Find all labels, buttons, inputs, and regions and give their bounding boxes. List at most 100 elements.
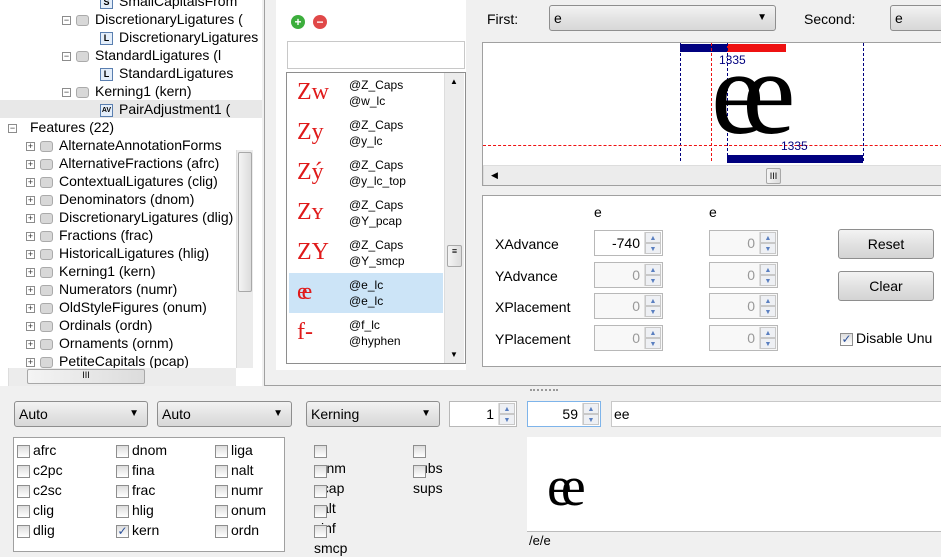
remove-pair-icon[interactable]: −: [313, 15, 327, 29]
pair-list-item[interactable]: Zy @Z_Caps @y_lc: [289, 113, 443, 153]
disable-unused-checkbox[interactable]: ✓ Disable Unu: [840, 329, 932, 347]
tree-item-feature[interactable]: + DiscretionaryLigatures (dlig): [26, 208, 233, 226]
second-value-spinner[interactable]: 0 ▲ ▼: [709, 261, 778, 288]
feature-checkbox-sinf[interactable]: sinf: [314, 501, 336, 536]
expand-icon[interactable]: +: [26, 357, 35, 367]
font-size-spinner[interactable]: 59 ▲ ▼: [527, 401, 601, 427]
feature-checkbox-ornm[interactable]: ornm: [314, 441, 346, 476]
expand-icon[interactable]: +: [26, 195, 35, 205]
collapse-icon[interactable]: −: [62, 51, 71, 61]
tree-item-feature[interactable]: + Ornaments (ornm): [26, 334, 173, 352]
second-value-spinner[interactable]: 0 ▲ ▼: [709, 230, 778, 256]
tree-item-feature[interactable]: + ContextualLigatures (clig): [26, 172, 218, 190]
preview-horizontal-scrollbar[interactable]: ◀ III: [483, 165, 941, 185]
expand-icon[interactable]: +: [26, 177, 35, 187]
pair-list-item[interactable]: Zʏ @Z_Caps @Y_pcap: [289, 193, 443, 233]
tree-item-feature[interactable]: + Denominators (dnom): [26, 190, 194, 208]
pair-search-input[interactable]: [287, 41, 465, 69]
feature-checkbox-kern[interactable]: ✓ kern: [116, 521, 159, 539]
pair-list-item[interactable]: Zý @Z_Caps @y_lc_top: [289, 153, 443, 193]
feature-checkbox-sups[interactable]: sups: [413, 461, 443, 496]
reset-button[interactable]: Reset: [838, 229, 934, 259]
first-value-spinner[interactable]: 0 ▲ ▼: [594, 293, 663, 319]
pair-list-item[interactable]: ee @e_lc @e_lc: [289, 273, 443, 313]
expand-icon[interactable]: +: [26, 321, 35, 331]
tree-item[interactable]: L DiscretionaryLigatures: [82, 28, 258, 46]
tree-item[interactable]: − DiscretionaryLigatures (: [62, 10, 243, 28]
glyph-status: /e/e: [527, 531, 941, 549]
tree-item[interactable]: − Kerning1 (kern): [62, 82, 192, 100]
feature-checkbox-numr[interactable]: numr: [215, 481, 263, 499]
tree-item-feature[interactable]: + Kerning1 (kern): [26, 262, 156, 280]
tree-item[interactable]: L StandardLigatures: [82, 64, 233, 82]
expand-icon[interactable]: +: [26, 285, 35, 295]
lookup-tree[interactable]: S SmallCapitalsFrom − DiscretionaryLigature…: [0, 0, 262, 386]
pair-list-item[interactable]: ZY @Z_Caps @Y_smcp: [289, 233, 443, 273]
pair-list-scrollbar[interactable]: ▲ ≡ ▼: [444, 73, 464, 363]
first-value-spinner[interactable]: -740 ▲ ▼: [594, 230, 663, 256]
feature-checkbox-dnom[interactable]: dnom: [116, 441, 167, 459]
second-glyph-combo[interactable]: e: [890, 5, 941, 31]
tree-vertical-scrollbar[interactable]: [236, 150, 253, 368]
expand-icon[interactable]: +: [26, 339, 35, 349]
splitter-handle[interactable]: [530, 389, 558, 392]
feature-checkbox-nalt[interactable]: nalt: [215, 461, 254, 479]
expand-icon[interactable]: +: [26, 249, 35, 259]
second-value-spinner[interactable]: 0 ▲ ▼: [709, 293, 778, 319]
preview-text-input[interactable]: [611, 401, 941, 427]
tree-item[interactable]: − StandardLigatures (l: [62, 46, 221, 64]
feature-checkbox-dlig[interactable]: dlig: [17, 521, 55, 539]
feature-checkbox-liga[interactable]: liga: [215, 441, 253, 459]
feature-checkbox-afrc[interactable]: afrc: [17, 441, 56, 459]
feature-checkbox-clig[interactable]: clig: [17, 501, 54, 519]
expand-icon[interactable]: +: [26, 231, 35, 241]
ligature-lookup-icon: L: [100, 67, 113, 81]
language-combo[interactable]: Auto ▼: [157, 401, 292, 427]
tree-horizontal-scrollbar[interactable]: III: [8, 368, 236, 386]
add-pair-icon[interactable]: +: [291, 15, 305, 29]
feature-checkbox-c2sc[interactable]: c2sc: [17, 481, 62, 499]
feature-checkbox-pcap[interactable]: pcap: [314, 461, 344, 496]
expand-icon[interactable]: +: [26, 303, 35, 313]
tree-item-feature[interactable]: + OldStyleFigures (onum): [26, 298, 207, 316]
tree-item-feature[interactable]: + Numerators (numr): [26, 280, 177, 298]
feature-checkbox-onum[interactable]: onum: [215, 501, 266, 519]
collapse-icon[interactable]: −: [62, 15, 71, 25]
pair-list-item[interactable]: Zw @Z_Caps @w_lc: [289, 73, 443, 113]
feature-checkbox-fina[interactable]: fina: [116, 461, 155, 479]
tree-item-feature[interactable]: + HistoricalLigatures (hlig): [26, 244, 209, 262]
expand-icon[interactable]: +: [26, 267, 35, 277]
collapse-icon[interactable]: −: [62, 87, 71, 97]
tree-item-feature[interactable]: + Fractions (frac): [26, 226, 153, 244]
feature-checkbox-salt[interactable]: salt: [314, 481, 336, 516]
clear-button[interactable]: Clear: [838, 271, 934, 301]
feature-checkbox-frac[interactable]: frac: [116, 481, 155, 499]
value-row-label: YAdvance: [495, 267, 558, 284]
feature-checkbox-subs[interactable]: subs: [413, 441, 443, 476]
script-combo[interactable]: Auto ▼: [14, 401, 148, 427]
feature-combo[interactable]: Kerning ▼: [306, 401, 440, 427]
first-value-spinner[interactable]: 0 ▲ ▼: [594, 261, 663, 288]
first-glyph-combo[interactable]: e ▼: [549, 5, 776, 31]
width-label-bottom: 1335: [781, 139, 808, 153]
pair-list-item[interactable]: f- @f_lc @hyphen: [289, 313, 443, 353]
expand-icon[interactable]: +: [26, 141, 35, 151]
first-value-spinner[interactable]: 0 ▲ ▼: [594, 324, 663, 351]
feature-checkbox-smcp[interactable]: smcp: [314, 521, 347, 556]
pair-list[interactable]: Zw @Z_Caps @w_lc Zy @Z_Caps @y_lc Zý @Z_Caps @y_…: [286, 72, 466, 364]
collapse-icon[interactable]: −: [8, 123, 17, 133]
tree-item-feature[interactable]: + AlternateAnnotationForms: [26, 136, 222, 154]
tree-item-feature[interactable]: + Ordinals (ordn): [26, 316, 152, 334]
second-value-spinner[interactable]: 0 ▲ ▼: [709, 324, 778, 351]
feature-checkbox-hlig[interactable]: hlig: [116, 501, 154, 519]
expand-icon[interactable]: +: [26, 213, 35, 223]
tree-item-features[interactable]: − Features (22): [8, 118, 114, 136]
feature-checkbox-c2pc[interactable]: c2pc: [17, 461, 63, 479]
expand-icon[interactable]: +: [26, 159, 35, 169]
feature-cube-icon: [40, 266, 53, 278]
feature-checkbox-ordn[interactable]: ordn: [215, 521, 259, 539]
tree-item[interactable]: AV PairAdjustment1 (: [0, 100, 262, 118]
count-spinner[interactable]: 1 ▲ ▼: [449, 401, 517, 427]
tree-item-feature[interactable]: + AlternativeFractions (afrc): [26, 154, 219, 172]
tree-item[interactable]: S SmallCapitalsFrom: [82, 0, 237, 10]
